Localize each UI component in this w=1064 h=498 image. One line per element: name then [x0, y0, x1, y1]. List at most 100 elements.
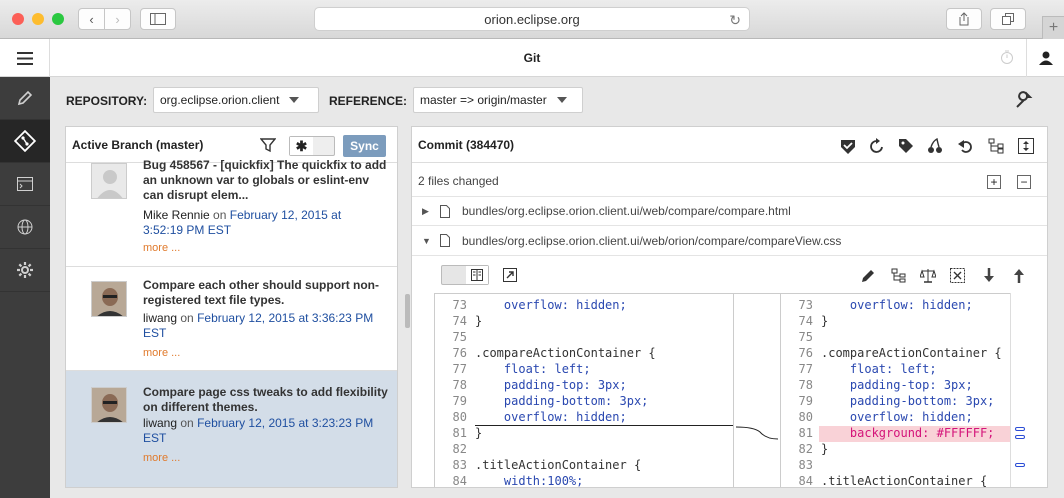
code-line: padding-top: 3px;	[821, 378, 973, 392]
line-number: 76	[798, 346, 813, 360]
file-icon	[440, 234, 450, 247]
sidebar-item-sites[interactable]	[0, 206, 50, 249]
cherry-pick-button[interactable]	[926, 137, 944, 155]
commit-row[interactable]: Compare each other should support non-re…	[66, 267, 397, 371]
code-line: overflow: hidden;	[821, 410, 973, 424]
commit-row-selected[interactable]: Compare page css tweaks to add flexibili…	[66, 371, 397, 487]
reference-label: REFERENCE:	[329, 94, 408, 108]
filter-button[interactable]	[259, 137, 277, 156]
sidebar-item-shell[interactable]	[0, 163, 50, 206]
tree-icon	[988, 138, 1004, 154]
forward-button[interactable]: ›	[104, 8, 131, 30]
line-number: 81	[798, 426, 813, 440]
file-icon	[440, 204, 450, 218]
terminal-icon	[17, 177, 33, 191]
gear-icon	[17, 262, 33, 278]
compare-mode-toggle[interactable]	[441, 265, 489, 285]
commit-meta: Mike Rennie on February 12, 2015 at 3:52…	[143, 208, 383, 238]
new-tab-button[interactable]: +	[1042, 16, 1064, 39]
chevron-right-icon: ▶	[422, 205, 429, 216]
revert-button[interactable]	[868, 137, 886, 155]
reference-value: master => origin/master	[420, 93, 547, 107]
next-diff-button[interactable]	[983, 268, 995, 286]
arrow-up-icon	[1014, 269, 1024, 283]
diff-marker[interactable]	[1015, 435, 1025, 439]
diff-marker[interactable]	[1015, 427, 1025, 431]
prev-diff-button[interactable]	[1013, 268, 1025, 286]
globe-icon	[17, 219, 33, 235]
commit-title[interactable]: Compare each other should support non-re…	[143, 278, 393, 308]
splitter-handle[interactable]	[405, 294, 410, 328]
line-number: 79	[798, 394, 813, 408]
checkout-button[interactable]	[839, 137, 857, 155]
sidebar-item-edit[interactable]	[0, 77, 50, 120]
edit-button[interactable]	[861, 268, 876, 286]
maximize-window-button[interactable]	[52, 13, 64, 25]
diff-editor-left[interactable]: 73 overflow: hidden; 74} 75 76 .compareActio…	[434, 293, 734, 487]
code-line: .compareActionContainer {	[475, 346, 656, 360]
pencil-icon	[17, 90, 33, 106]
diff-marker[interactable]	[1015, 463, 1025, 467]
more-link[interactable]: more ...	[143, 347, 180, 359]
refresh-icon	[870, 138, 883, 153]
sync-button[interactable]: Sync	[343, 135, 386, 157]
commit-meta: liwang on February 12, 2015 at 3:36:23 P…	[143, 311, 383, 341]
page-title: Git	[523, 51, 541, 65]
minimize-window-button[interactable]	[32, 13, 44, 25]
more-link[interactable]: more ...	[143, 452, 180, 464]
collapse-all-button[interactable]: −	[1017, 175, 1031, 189]
commit-meta: liwang on February 12, 2015 at 3:23:23 P…	[143, 416, 383, 446]
tag-button[interactable]	[897, 137, 915, 155]
on-text: on	[180, 311, 194, 325]
commit-title[interactable]: Bug 458567 - [quickfix] The quickfix to …	[143, 158, 393, 208]
repository-dropdown[interactable]: org.eclipse.orion.client	[153, 87, 319, 113]
line-number: 75	[452, 330, 467, 344]
share-button[interactable]	[946, 8, 982, 30]
address-bar[interactable]: orion.eclipse.org ↻	[314, 7, 750, 31]
whitespace-button[interactable]	[919, 268, 937, 286]
commit-row[interactable]: Bug 458567 - [quickfix] The quickfix to …	[66, 158, 397, 267]
more-link[interactable]: more ...	[143, 242, 180, 254]
diff-connector	[734, 293, 780, 487]
close-window-button[interactable]	[12, 13, 24, 25]
ignore-button[interactable]	[950, 268, 965, 286]
diff-editor-right[interactable]: 73 overflow: hidden; 74} 75 76 .compareActio…	[780, 293, 1028, 488]
open-compare-button[interactable]	[503, 268, 517, 285]
sidebar-toggle-button[interactable]	[140, 8, 176, 30]
filter-icon	[259, 138, 277, 153]
repository-label: REPOSITORY:	[66, 94, 148, 108]
commit-author: liwang	[143, 311, 178, 325]
sidebar-item-settings[interactable]	[0, 249, 50, 292]
reference-dropdown[interactable]: master => origin/master	[413, 87, 583, 113]
code-line: overflow: hidden;	[475, 298, 627, 312]
back-button[interactable]: ‹	[78, 8, 105, 30]
outline-button[interactable]	[891, 268, 906, 286]
on-text: on	[180, 416, 194, 430]
file-path: bundles/org.eclipse.orion.client.ui/web/…	[462, 233, 842, 248]
user-menu-button[interactable]	[1026, 39, 1064, 77]
commit-date: February 12, 2015 at 3:23:23 PM EST	[143, 416, 374, 445]
sidebar-item-git[interactable]	[0, 120, 50, 163]
tabs-button[interactable]	[990, 8, 1026, 30]
view-toggle[interactable]: ✱	[289, 136, 335, 156]
wrench-button[interactable]	[1015, 91, 1033, 112]
line-number: 73	[452, 298, 467, 312]
commit-title[interactable]: Compare page css tweaks to add flexibili…	[143, 385, 393, 415]
undo-button[interactable]	[957, 137, 975, 155]
tree-view-button[interactable]	[987, 137, 1005, 155]
menu-button[interactable]	[0, 39, 50, 77]
diff-ruler[interactable]	[1010, 293, 1028, 487]
expand-view-button[interactable]	[1017, 137, 1035, 155]
line-number: 76	[452, 346, 467, 360]
commit-panel: Commit (384470) 2 files changed + − ▶ bu…	[411, 126, 1048, 488]
reload-icon[interactable]: ↻	[729, 12, 741, 29]
line-number: 84	[798, 474, 813, 488]
line-number: 77	[452, 362, 467, 376]
arrow-down-icon	[984, 268, 994, 282]
file-row[interactable]: ▶ bundles/org.eclipse.orion.client.ui/we…	[412, 196, 1047, 226]
dotted-box-icon	[950, 268, 965, 283]
chevron-down-icon	[289, 97, 300, 103]
line-number: 82	[452, 442, 467, 456]
file-row-expanded[interactable]: ▼ bundles/org.eclipse.orion.client.ui/we…	[412, 226, 1047, 256]
expand-all-button[interactable]: +	[987, 175, 1001, 189]
